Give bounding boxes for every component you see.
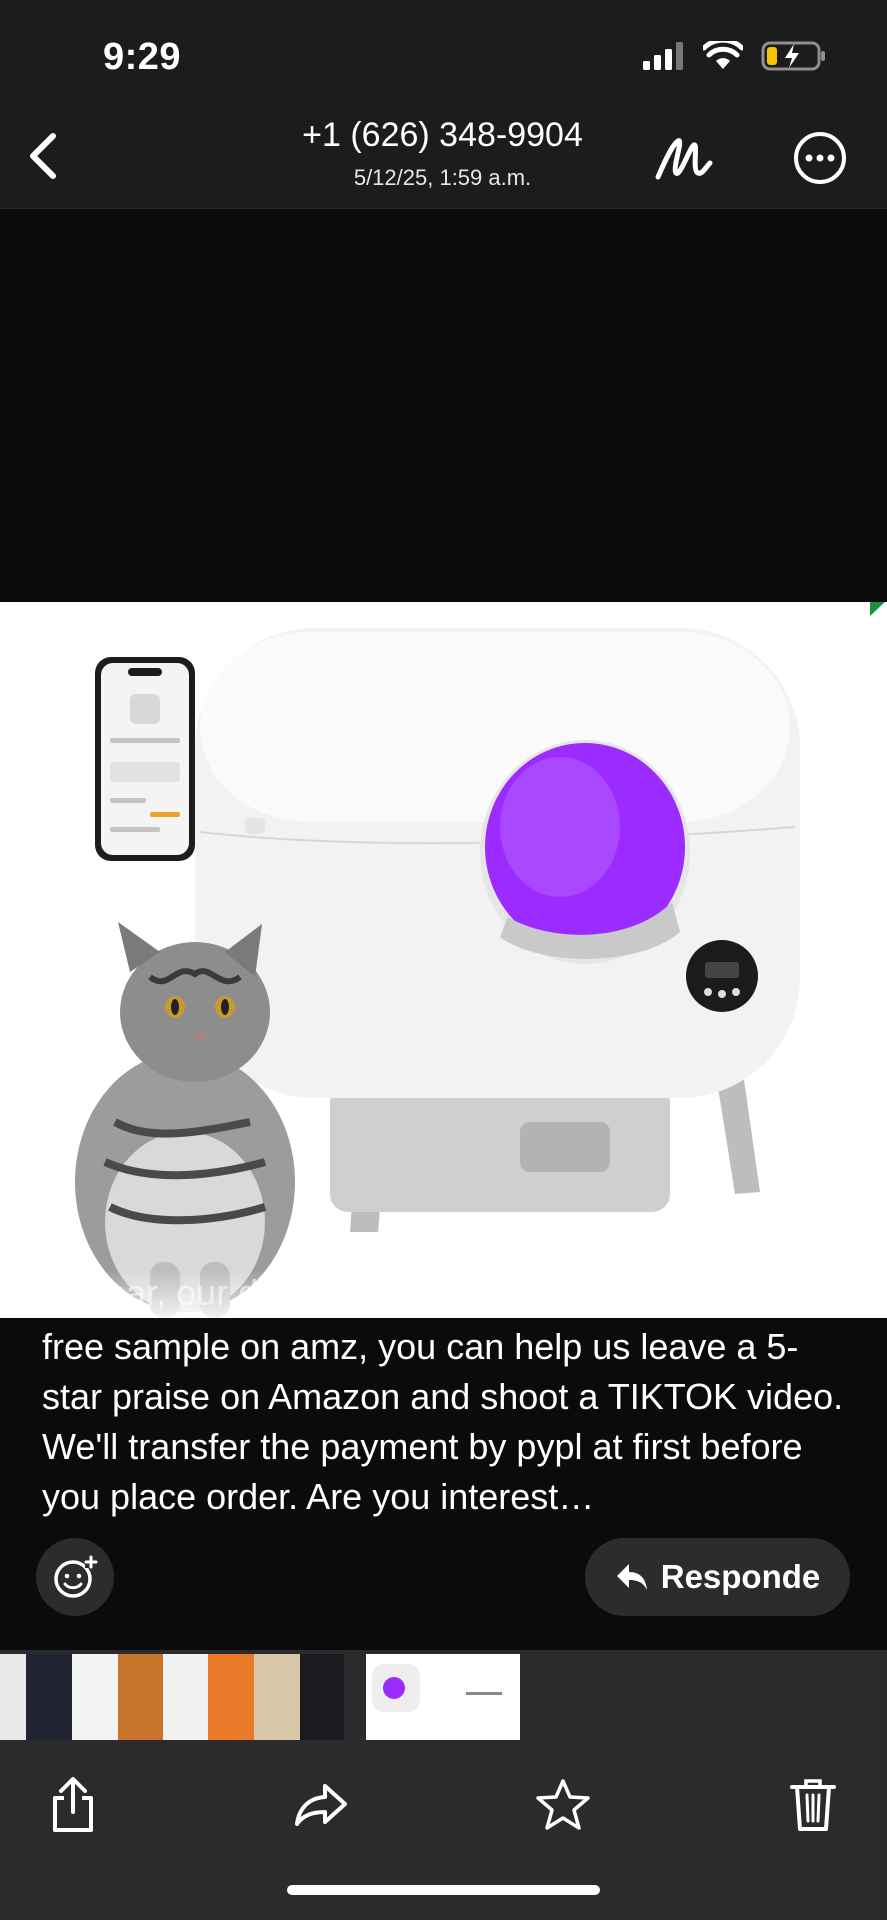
conversation-header: +1 (626) 348-9904 5/12/25, 1:59 a.m. xyxy=(0,110,887,209)
thumbnail[interactable] xyxy=(118,1654,163,1740)
product-illustration xyxy=(75,602,885,1318)
thumbnail[interactable] xyxy=(254,1654,300,1740)
markup-button[interactable] xyxy=(648,122,720,194)
thumbnail[interactable] xyxy=(72,1654,118,1740)
reply-arrow-icon xyxy=(616,1564,647,1590)
reply-button-label: Responde xyxy=(660,1558,821,1595)
back-button[interactable] xyxy=(18,132,66,180)
header-title-block: +1 (626) 348-9904 5/12/25, 1:59 a.m. xyxy=(250,116,635,191)
share-button[interactable] xyxy=(38,1770,108,1840)
purple-uv-light-icon xyxy=(480,740,690,964)
message-first-line: Hi dear, our demand is that after you ge… xyxy=(42,1272,745,1313)
reply-button[interactable]: Responde xyxy=(585,1538,850,1616)
message-text[interactable]: free sample on amz, you can help us leav… xyxy=(42,1322,852,1522)
thumbnail[interactable] xyxy=(300,1654,344,1740)
share-icon xyxy=(53,1777,93,1832)
status-icons xyxy=(643,40,827,72)
thumbnail[interactable] xyxy=(0,1654,26,1740)
cat-image xyxy=(75,922,295,1318)
star-icon xyxy=(536,1779,590,1830)
product-photo[interactable] xyxy=(0,602,887,1318)
delete-button[interactable] xyxy=(778,1770,848,1840)
chevron-left-icon xyxy=(30,133,56,179)
status-time: 9:29 xyxy=(103,36,182,78)
thumbnail[interactable] xyxy=(208,1654,254,1740)
thumbnail-selected[interactable] xyxy=(366,1654,520,1740)
thumbnail[interactable] xyxy=(26,1654,72,1740)
favorite-button[interactable] xyxy=(528,1770,598,1840)
thumbnail-strip[interactable] xyxy=(0,1650,887,1740)
status-bar: 9:29 xyxy=(0,0,887,110)
cellular-signal-icon xyxy=(643,42,683,70)
contact-phone-number: +1 (626) 348-9904 xyxy=(302,116,583,154)
message-timestamp: 5/12/25, 1:59 a.m. xyxy=(353,165,532,190)
add-reaction-button[interactable] xyxy=(36,1538,114,1616)
more-options-button[interactable] xyxy=(784,122,856,194)
thumbnail-litter-box-image xyxy=(372,1664,502,1712)
add-reaction-icon xyxy=(54,1555,98,1598)
ellipsis-circle-icon xyxy=(794,132,846,184)
control-panel-icon xyxy=(686,940,758,1012)
battery-charging-icon xyxy=(761,41,825,71)
media-letterbox xyxy=(0,209,887,602)
markup-icon xyxy=(655,138,713,180)
forward-button[interactable] xyxy=(286,1770,356,1840)
phone-app-icon xyxy=(95,657,195,861)
wifi-icon xyxy=(703,41,743,69)
thumbnail[interactable] xyxy=(163,1654,208,1740)
home-indicator[interactable] xyxy=(287,1885,600,1895)
trash-icon xyxy=(790,1779,836,1831)
forward-icon xyxy=(295,1784,347,1826)
